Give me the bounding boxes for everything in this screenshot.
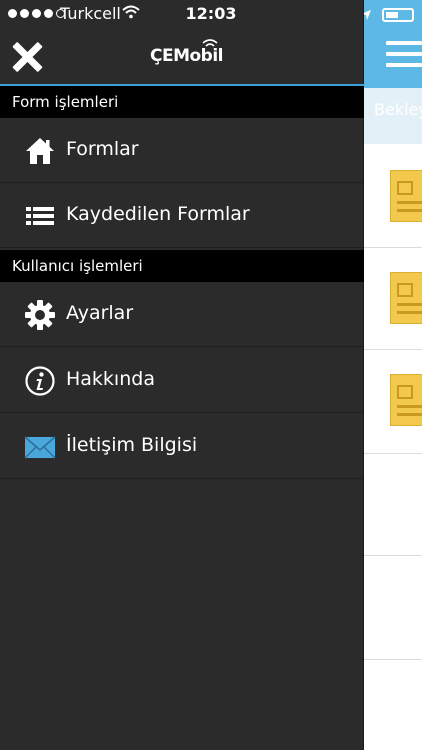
list-item[interactable] [364,556,422,660]
menu-item-label: Formlar [66,138,139,160]
menu-item-label: Kaydedilen Formlar [66,203,250,225]
form-doc-icon [390,272,422,324]
hamburger-menu-button[interactable] [386,41,422,67]
menu-item-label: İletişim Bilgisi [66,434,198,456]
menu-item-iletisim-bilgisi[interactable]: İletişim Bilgisi [0,414,364,479]
form-doc-icon [390,170,422,222]
info-icon [25,366,55,396]
home-icon [26,138,54,164]
menu-item-hakkinda[interactable]: Hakkında [0,348,364,413]
section-form-islemleri: Form işlemleri [0,86,364,118]
section-kullanici-islemleri: Kullanıcı işlemleri [0,250,364,282]
list-icon [26,207,54,225]
drawer-header: ÇEMobil [0,28,364,84]
tab-bekleyen[interactable]: Bekley [374,100,422,119]
menu-item-label: Ayarlar [66,302,134,324]
list-item[interactable] [364,454,422,556]
envelope-icon [24,436,56,459]
logo-wifi-icon [202,39,218,47]
menu-item-label: Hakkında [66,368,155,390]
menu-item-formlar[interactable]: Formlar [0,118,364,183]
side-drawer: Turkcell 12:03 ÇEMobil Form işlemleri Fo… [0,0,364,750]
close-icon[interactable] [12,41,44,73]
gear-icon [25,300,55,330]
menu-item-kaydedilen-formlar[interactable]: Kaydedilen Formlar [0,183,364,248]
form-doc-icon [390,374,422,426]
menu-item-ayarlar[interactable]: Ayarlar [0,282,364,347]
